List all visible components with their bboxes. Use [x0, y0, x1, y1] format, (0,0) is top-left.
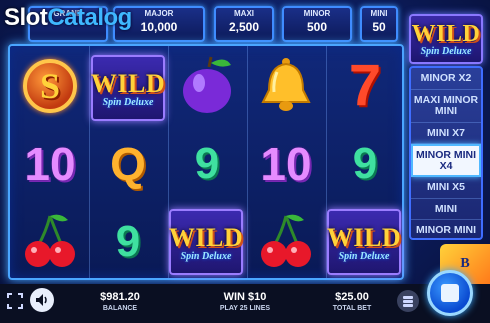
symbol-ten-label: 10 — [24, 138, 76, 190]
wild-tile: WILD Spin Deluxe — [91, 55, 165, 121]
cherry-icon — [261, 214, 311, 267]
symbol-wild: WILD Spin Deluxe — [169, 206, 243, 278]
symbol-ten: 10 — [250, 128, 322, 200]
ladder-rung: MINI — [411, 199, 481, 220]
symbol-seven-label: 7 — [348, 53, 382, 118]
symbol-wild: WILD Spin Deluxe — [91, 52, 165, 124]
cherry-icon — [25, 214, 75, 267]
symbol-nine: 9 — [92, 206, 164, 278]
side-wild-logo: WILD Spin Deluxe — [409, 14, 483, 64]
side-wild-word: WILD — [411, 21, 481, 47]
symbol-ten: 10 — [14, 128, 86, 200]
plum-icon — [183, 56, 231, 113]
symbol-nine-label: 9 — [115, 217, 141, 266]
jackpot-ladder: MINOR X2 MAXI MINOR MINI MINI X7 MINOR M… — [409, 66, 483, 240]
symbol-plum — [171, 50, 243, 122]
jackpot-maxi-value: 2,500 — [228, 20, 260, 34]
ladder-rung: MINOR MINI — [411, 220, 481, 238]
sound-icon[interactable] — [30, 288, 54, 312]
wild-tile: WILD Spin Deluxe — [169, 209, 243, 275]
wild-word: WILD — [168, 222, 244, 252]
ladder-rung: MAXI MINOR MINI — [411, 90, 481, 123]
ladder-rung: MINI X5 — [411, 177, 481, 199]
fullscreen-icon[interactable] — [4, 290, 26, 312]
bottom-bar: $981.20 BALANCE WIN $10 PLAY 25 LINES $2… — [0, 284, 490, 323]
symbol-nine: 9 — [329, 128, 401, 200]
symbol-ten-label: 10 — [260, 138, 312, 190]
wild-word: WILD — [326, 222, 402, 252]
symbol-q: Q — [92, 128, 164, 200]
symbol-nine-label: 9 — [352, 139, 378, 188]
ladder-rung: MINOR X2 — [411, 68, 481, 90]
s-coin-icon: S — [23, 59, 77, 113]
jackpot-mini-label: MINI — [370, 9, 388, 18]
jackpot-maxi: MAXI 2,500 — [214, 6, 274, 42]
wild-tile: WILD Spin Deluxe — [327, 209, 401, 275]
total-bet-value: $25.00 — [335, 291, 369, 303]
side-wild-sub: Spin Deluxe — [420, 46, 472, 57]
wild-sub: Spin Deluxe — [180, 250, 232, 262]
symbol-q-label: Q — [110, 138, 146, 190]
symbol-s-coin: S — [14, 50, 86, 122]
bell-icon — [261, 58, 311, 111]
watermark-part1: Slot — [4, 4, 48, 31]
reel-grid: S 10 WILD Spin Deluxe Q 9 9 WILD Spin De… — [8, 44, 404, 280]
symbol-cherry — [14, 204, 86, 276]
symbol-bell — [250, 50, 322, 122]
spin-button[interactable] — [427, 270, 473, 316]
jackpot-mini-value: 50 — [372, 20, 386, 34]
stop-icon — [441, 284, 459, 302]
balance-label: BALANCE — [102, 305, 138, 312]
corner-badge-letter: B — [460, 256, 470, 271]
jackpot-mini: MINI 50 — [360, 6, 398, 42]
watermark-part2: Catalog — [47, 4, 132, 31]
slotcatalog-watermark: SlotCatalog — [4, 4, 132, 32]
total-bet-label: TOTAL BET — [332, 305, 372, 312]
reel-divider — [89, 46, 90, 278]
lines-label: PLAY 25 LINES — [219, 305, 271, 312]
jackpot-maxi-label: MAXI — [234, 9, 254, 18]
jackpot-minor-label: MINOR — [303, 9, 331, 18]
symbol-nine: 9 — [171, 128, 243, 200]
symbol-nine-label: 9 — [194, 139, 220, 188]
balance-display: $981.20 BALANCE — [90, 291, 150, 312]
jackpot-minor-value: 500 — [306, 20, 328, 34]
symbol-cherry — [250, 204, 322, 276]
ladder-rung: MINI X7 — [411, 123, 481, 144]
symbol-seven: 7 — [329, 50, 401, 122]
balance-value: $981.20 — [100, 291, 140, 303]
win-display: WIN $10 PLAY 25 LINES — [210, 291, 280, 312]
symbol-wild: WILD Spin Deluxe — [327, 206, 401, 278]
coin-stack-icon[interactable] — [397, 290, 419, 312]
total-bet-display[interactable]: $25.00 TOTAL BET — [320, 291, 384, 312]
wild-sub: Spin Deluxe — [338, 250, 390, 262]
win-value: WIN $10 — [223, 291, 267, 303]
wild-word: WILD — [90, 68, 166, 98]
ladder-rung-highlighted: MINOR MINI X4 — [411, 144, 481, 177]
jackpot-minor: MINOR 500 — [282, 6, 352, 42]
wild-sub: Spin Deluxe — [102, 96, 154, 108]
reel-divider — [247, 46, 248, 278]
